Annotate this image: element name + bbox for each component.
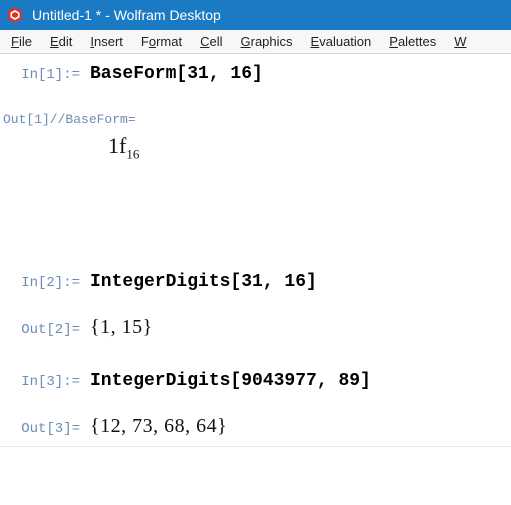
menu-insert[interactable]: Insert bbox=[81, 32, 132, 51]
cell-in-3[interactable]: In[3]:= IntegerDigits[9043977, 89] bbox=[0, 371, 511, 391]
menu-edit[interactable]: Edit bbox=[41, 32, 81, 51]
baseform-subscript: 16 bbox=[126, 146, 139, 161]
app-icon bbox=[6, 6, 24, 24]
titlebar[interactable]: Untitled-1 * - Wolfram Desktop bbox=[0, 0, 511, 30]
menu-file[interactable]: File bbox=[2, 32, 41, 51]
menu-format[interactable]: Format bbox=[132, 32, 191, 51]
cell-divider bbox=[0, 446, 511, 447]
in-code[interactable]: IntegerDigits[9043977, 89] bbox=[90, 371, 371, 391]
menu-window[interactable]: W bbox=[445, 32, 475, 51]
in-code[interactable]: IntegerDigits[31, 16] bbox=[90, 272, 317, 292]
menu-palettes[interactable]: Palettes bbox=[380, 32, 445, 51]
out-value: {1, 15} bbox=[90, 316, 153, 339]
menu-graphics[interactable]: Graphics bbox=[232, 32, 302, 51]
cell-in-2[interactable]: In[2]:= IntegerDigits[31, 16] bbox=[0, 272, 511, 292]
out-label: Out[3]= bbox=[0, 421, 90, 437]
baseform-main: 1f bbox=[108, 133, 126, 158]
cell-out-2: Out[2]= {1, 15} bbox=[0, 316, 511, 339]
cell-in-1[interactable]: In[1]:= BaseForm[31, 16] bbox=[0, 64, 511, 84]
menubar: File Edit Insert Format Cell Graphics Ev… bbox=[0, 30, 511, 54]
window-title: Untitled-1 * - Wolfram Desktop bbox=[32, 7, 221, 23]
menu-cell[interactable]: Cell bbox=[191, 32, 231, 51]
in-label: In[1]:= bbox=[0, 67, 90, 83]
cell-out-3: Out[3]= {12, 73, 68, 64} bbox=[0, 415, 511, 438]
out-label: Out[2]= bbox=[0, 322, 90, 338]
in-code[interactable]: BaseForm[31, 16] bbox=[90, 64, 263, 84]
in-label: In[2]:= bbox=[0, 275, 90, 291]
out-value: {12, 73, 68, 64} bbox=[90, 415, 227, 438]
in-label: In[3]:= bbox=[0, 374, 90, 390]
menu-evaluation[interactable]: Evaluation bbox=[302, 32, 381, 51]
notebook-area[interactable]: In[1]:= BaseForm[31, 16] Out[1]//BaseFor… bbox=[0, 54, 511, 447]
out-value-baseform: 1f16 bbox=[0, 133, 511, 162]
out-label-baseform: Out[1]//BaseForm= bbox=[0, 112, 511, 127]
